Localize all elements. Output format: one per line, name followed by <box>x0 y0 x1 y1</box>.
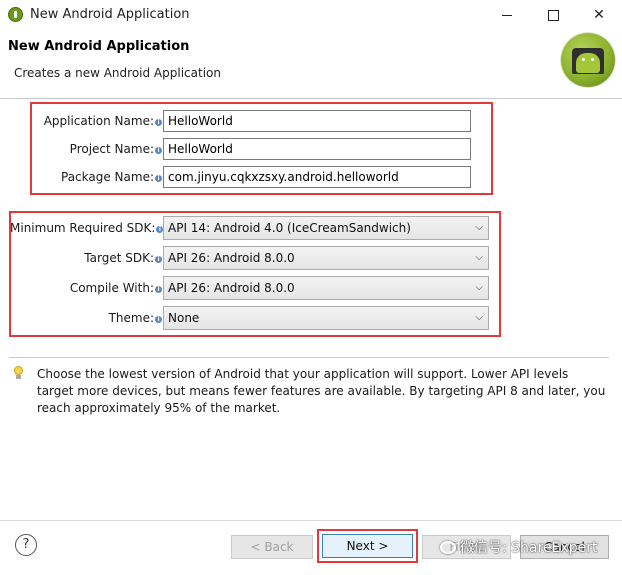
min-sdk-label: Minimum Required SDK: i <box>10 221 164 235</box>
hint-divider <box>9 357 609 358</box>
window-titlebar: New Android Application ✕ <box>0 0 622 30</box>
watermark: 微信号: ShareExpert <box>440 537 597 557</box>
info-icon: i <box>155 316 162 323</box>
chevron-down-icon: ⌵ <box>475 252 483 263</box>
min-sdk-value: API 14: Android 4.0 (IceCreamSandwich) <box>168 221 411 235</box>
eclipse-app-icon <box>8 7 23 22</box>
help-icon[interactable]: ? <box>15 534 37 556</box>
android-eye-right <box>591 58 594 61</box>
header-divider <box>0 98 622 99</box>
wechat-icon <box>440 541 456 554</box>
sdk-hint-text: Choose the lowest version of Android tha… <box>37 367 606 415</box>
min-sdk-select[interactable]: API 14: Android 4.0 (IceCreamSandwich) ⌵ <box>163 216 489 240</box>
compile-with-value: API 26: Android 8.0.0 <box>168 281 295 295</box>
android-eye-left <box>582 58 585 61</box>
minimize-icon <box>502 14 512 16</box>
chevron-down-icon: ⌵ <box>475 222 483 233</box>
next-button[interactable]: Next > <box>322 534 413 558</box>
bulb-base <box>16 375 21 379</box>
android-head <box>576 53 600 73</box>
project-name-input[interactable]: HelloWorld <box>163 138 471 160</box>
lightbulb-icon <box>13 366 24 381</box>
info-icon: i <box>155 119 162 126</box>
wizard-header: New Android Application Creates a new An… <box>0 30 622 98</box>
back-button[interactable]: < Back <box>231 535 313 559</box>
close-button[interactable]: ✕ <box>576 0 622 30</box>
window-title: New Android Application <box>30 7 190 22</box>
minimize-button[interactable] <box>484 0 530 30</box>
info-icon: i <box>155 147 162 154</box>
info-icon: i <box>155 286 162 293</box>
compile-with-select[interactable]: API 26: Android 8.0.0 ⌵ <box>163 276 489 300</box>
compile-with-label: Compile With: i <box>10 281 162 295</box>
theme-select[interactable]: None ⌵ <box>163 306 489 330</box>
theme-value: None <box>168 311 200 325</box>
chevron-down-icon: ⌵ <box>475 282 483 293</box>
application-name-input[interactable]: HelloWorld <box>163 110 471 132</box>
maximize-icon <box>547 9 559 21</box>
maximize-button[interactable] <box>530 0 576 30</box>
info-icon: i <box>155 256 162 263</box>
page-subtitle: Creates a new Android Application <box>14 66 221 80</box>
footer-divider <box>0 520 622 521</box>
android-logo-icon <box>561 33 615 87</box>
chevron-down-icon: ⌵ <box>475 312 483 323</box>
target-sdk-value: API 26: Android 8.0.0 <box>168 251 295 265</box>
package-name-label: Package Name: i <box>40 170 162 184</box>
watermark-text: 微信号: ShareExpert <box>460 540 598 556</box>
project-name-label: Project Name: i <box>40 142 162 156</box>
target-sdk-label: Target SDK: i <box>10 251 162 265</box>
info-icon: i <box>155 175 162 182</box>
application-name-label: Application Name: i <box>40 114 162 128</box>
package-name-input[interactable]: com.jinyu.cqkxzsxy.android.helloworld <box>163 166 471 188</box>
page-title: New Android Application <box>8 39 190 54</box>
target-sdk-select[interactable]: API 26: Android 8.0.0 ⌵ <box>163 246 489 270</box>
theme-label: Theme: i <box>10 311 162 325</box>
bulb-glass <box>14 366 23 375</box>
